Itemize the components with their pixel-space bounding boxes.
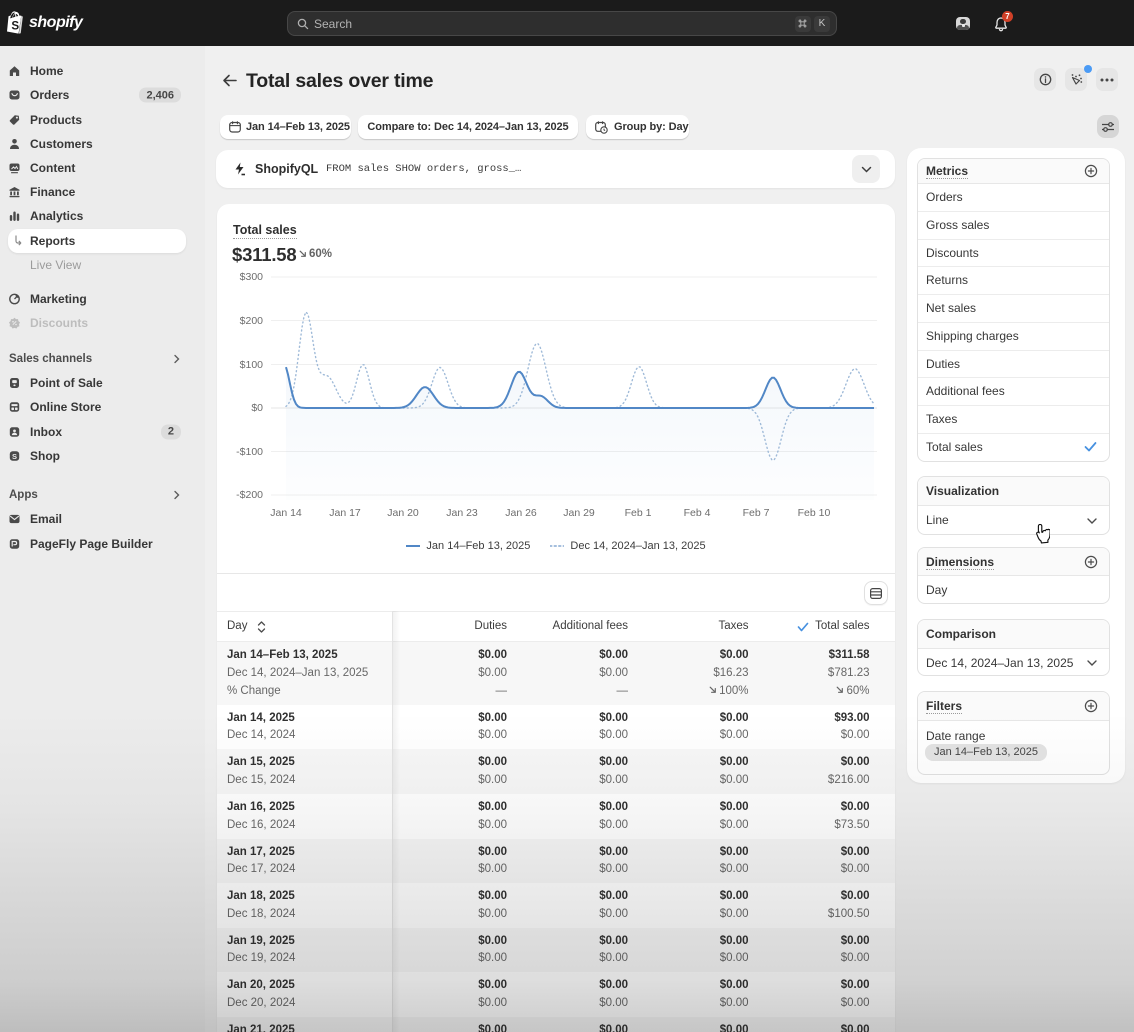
svg-text:S: S — [12, 452, 17, 461]
svg-text:S: S — [11, 19, 19, 32]
